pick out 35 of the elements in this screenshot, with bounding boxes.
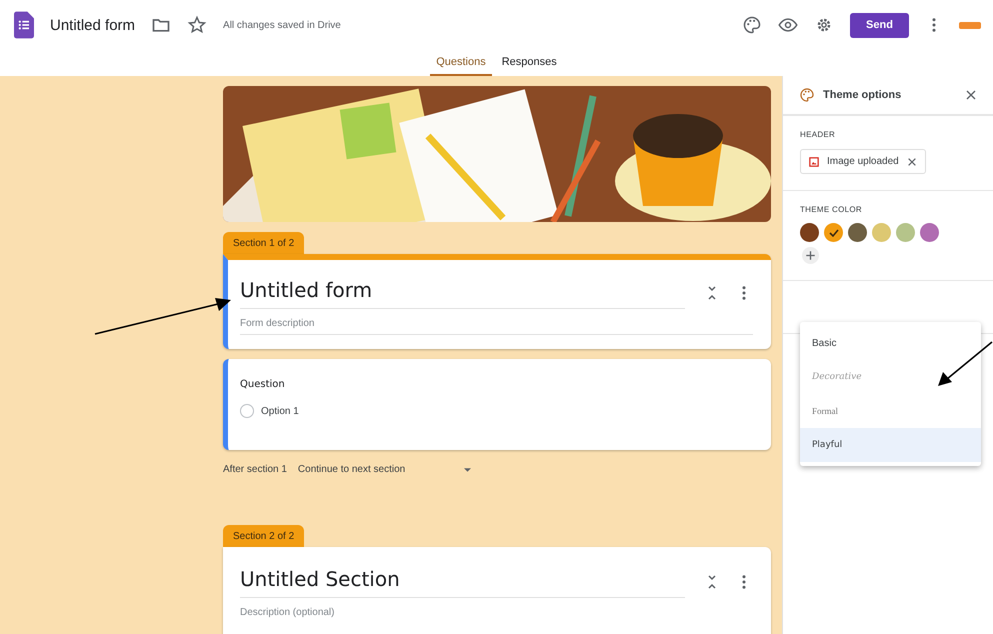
add-color-icon[interactable] [802, 247, 819, 264]
section-label: HEADER [800, 130, 836, 139]
radio-button[interactable] [240, 404, 254, 418]
image-chip[interactable]: Image uploaded [800, 149, 926, 174]
color-swatch[interactable] [824, 223, 843, 242]
save-status: All changes saved in Drive [223, 20, 341, 30]
palette-icon [799, 87, 815, 103]
description-field[interactable]: Description (optional) [240, 598, 753, 624]
close-icon[interactable] [906, 156, 917, 166]
panel-title: Theme options [823, 89, 902, 101]
color-swatch[interactable] [800, 223, 819, 242]
color-swatch[interactable] [872, 223, 891, 242]
caret-icon [464, 468, 471, 472]
font-option[interactable]: Basic [800, 326, 981, 360]
forms-logo-icon[interactable] [14, 11, 34, 39]
section-title-field[interactable]: Untitled form [240, 276, 685, 309]
question-title[interactable]: Question [240, 379, 753, 390]
image-icon [809, 156, 819, 166]
color-swatch[interactable] [896, 223, 915, 242]
color-swatch[interactable] [848, 223, 867, 242]
section-label: THEME COLOR [800, 205, 863, 214]
font-option[interactable]: Playful [800, 428, 981, 462]
star-icon[interactable] [187, 15, 208, 35]
section-title-field[interactable]: Untitled Section [240, 565, 685, 598]
option-label[interactable]: Option 1 [261, 406, 299, 416]
description-field[interactable]: Form description [240, 309, 753, 335]
font-option[interactable]: Formal [800, 394, 981, 428]
color-swatch[interactable] [920, 223, 939, 242]
send-button[interactable]: Send [850, 12, 909, 38]
annotation-arrow [937, 341, 993, 387]
palette-icon[interactable] [742, 15, 762, 35]
after-section-label: After section 1 [223, 464, 287, 475]
form-title[interactable]: Untitled form [50, 16, 136, 34]
tab[interactable]: Responses [496, 50, 563, 76]
next-section-dropdown[interactable]: Continue to next section [298, 464, 471, 475]
